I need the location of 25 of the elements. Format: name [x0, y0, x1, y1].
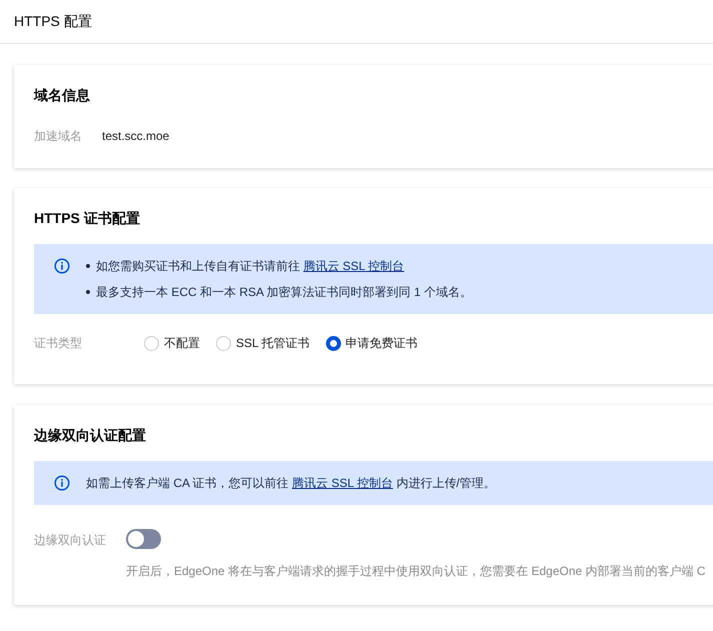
- notice-text: 如您需购买证书和上传自有证书请前往 腾讯云 SSL 控制台: [96, 258, 404, 275]
- bullet-icon: [86, 290, 90, 294]
- notice-text: 如需上传客户端 CA 证书，您可以前往 腾讯云 SSL 控制台 内进行上传/管理。: [86, 475, 496, 492]
- field-label: 加速域名: [34, 128, 83, 145]
- radio-option[interactable]: 不配置: [144, 334, 200, 352]
- toggle-switch[interactable]: [126, 529, 161, 549]
- toggle-description: 开启后，EdgeOne 将在与客户端请求的握手过程中使用双向认证，您需要在 EdgeOne 内部署当前的客户端 C: [126, 563, 706, 580]
- radio-icon: [144, 336, 159, 350]
- field-label: 边缘双向认证: [34, 532, 107, 549]
- radio-icon: [216, 336, 231, 350]
- radio-option[interactable]: 申请免费证书: [326, 334, 418, 352]
- info-icon: [54, 475, 70, 491]
- bullet-icon: [86, 264, 90, 268]
- info-icon: [54, 258, 70, 274]
- page-title: HTTPS 配置: [14, 12, 92, 31]
- card-title: 边缘双向认证配置: [34, 426, 147, 445]
- ssl-console-link[interactable]: 腾讯云 SSL 控制台: [292, 476, 393, 490]
- notice-text: 最多支持一本 ECC 和一本 RSA 加密算法证书同时部署到同 1 个域名。: [96, 284, 472, 301]
- card-title: 域名信息: [34, 86, 91, 105]
- card-title: HTTPS 证书配置: [34, 209, 141, 228]
- domain-value: test.scc.moe: [102, 128, 170, 145]
- field-label: 证书类型: [34, 335, 83, 352]
- radio-option[interactable]: SSL 托管证书: [216, 334, 310, 352]
- ssl-console-link[interactable]: 腾讯云 SSL 控制台: [303, 259, 404, 273]
- radio-checked-icon: [326, 336, 341, 350]
